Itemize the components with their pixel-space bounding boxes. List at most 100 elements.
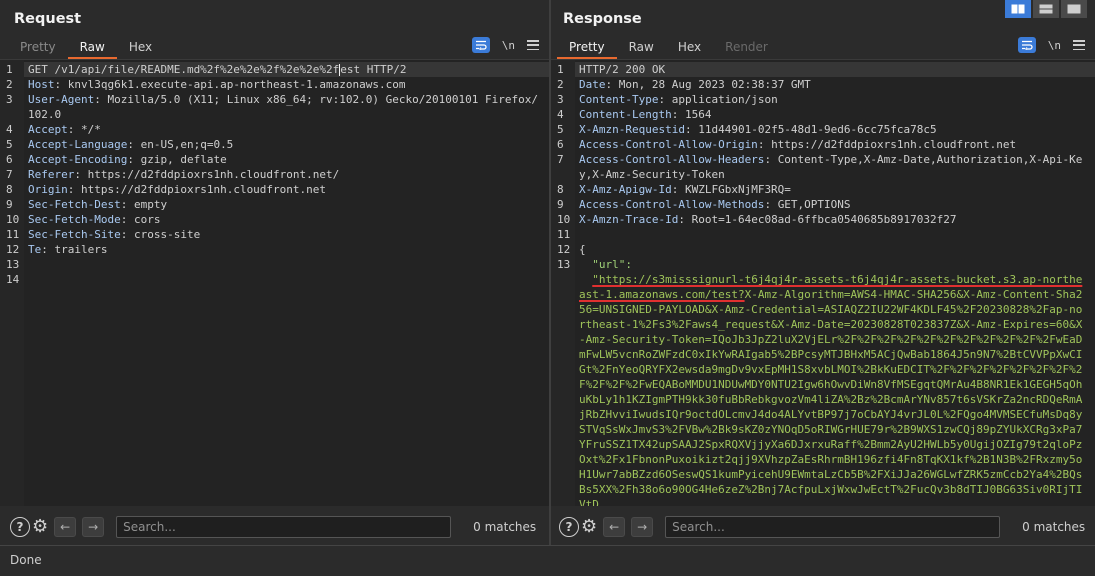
line-content[interactable]: Referer: https://d2fddpioxrs1nh.cloudfro… xyxy=(24,167,549,182)
line-content[interactable]: { xyxy=(575,242,1095,257)
line-number: 2 xyxy=(6,78,13,91)
response-tab-raw[interactable]: Raw xyxy=(617,38,666,58)
request-wrap-lines-button[interactable] xyxy=(471,37,490,53)
header-name: Date xyxy=(579,78,606,91)
line-number: 12 xyxy=(557,243,571,256)
line-content[interactable]: HTTP/2 200 OK xyxy=(575,62,1095,77)
response-tab-hex[interactable]: Hex xyxy=(666,38,713,58)
header-separator: : xyxy=(41,243,55,256)
line-content[interactable] xyxy=(24,272,549,287)
line-content[interactable]: Accept-Encoding: gzip, deflate xyxy=(24,152,549,167)
request-search-input[interactable] xyxy=(116,516,452,538)
line-content[interactable]: Host: knvl3qg6k1.execute-api.ap-northeas… xyxy=(24,77,549,92)
header-name: Content-Type xyxy=(579,93,659,106)
request-line: 2 Host: knvl3qg6k1.execute-api.ap-northea… xyxy=(0,77,549,92)
header-separator: : xyxy=(658,93,672,106)
line-content[interactable]: Access-Control-Allow-Methods: GET,OPTION… xyxy=(575,197,1095,212)
response-newline-toggle[interactable]: \n xyxy=(1048,39,1061,52)
layout-side-by-side-button[interactable] xyxy=(1005,0,1031,18)
line-content[interactable]: Content-Type: application/json xyxy=(575,92,1095,107)
gear-icon[interactable]: ⚙ xyxy=(581,517,597,537)
line-content[interactable]: X-Amzn-Requestid: 11d44901-02f5-48d1-9ed… xyxy=(575,122,1095,137)
header-name: X-Amz-Apigw-Id xyxy=(579,183,672,196)
line-text: { xyxy=(579,243,586,256)
header-separator: : xyxy=(74,168,88,181)
response-tab-render[interactable]: Render xyxy=(713,38,780,58)
request-editor[interactable]: 1 GET /v1/api/file/README.md%2f%2e%2e%2f%… xyxy=(0,59,549,506)
response-tab-pretty[interactable]: Pretty xyxy=(557,38,617,59)
header-name: Te xyxy=(28,243,42,256)
header-name: Accept-Encoding xyxy=(28,153,128,166)
request-tab-pretty[interactable]: Pretty xyxy=(8,38,68,58)
line-content[interactable] xyxy=(24,257,549,272)
layout-tabs-button[interactable] xyxy=(1061,0,1087,18)
line-content[interactable]: Accept: */* xyxy=(24,122,549,137)
line-content[interactable]: Sec-Fetch-Mode: cors xyxy=(24,212,549,227)
header-name: Access-Control-Allow-Headers xyxy=(579,153,765,166)
header-name: Sec-Fetch-Site xyxy=(28,228,121,241)
line-number: 4 xyxy=(6,123,13,136)
request-search-next-button[interactable]: → xyxy=(82,517,105,537)
line-content[interactable]: Access-Control-Allow-Headers: Content-Ty… xyxy=(575,152,1095,182)
header-name: Access-Control-Allow-Methods xyxy=(579,198,765,211)
gear-icon[interactable]: ⚙ xyxy=(32,517,48,537)
line-content[interactable]: Origin: https://d2fddpioxrs1nh.cloudfron… xyxy=(24,182,549,197)
help-icon[interactable]: ? xyxy=(10,517,30,537)
header-value: KWZLFGbxNjMF3RQ= xyxy=(684,183,791,196)
line-number: 8 xyxy=(557,183,564,196)
response-tabs: Pretty Raw Hex Render xyxy=(557,38,780,59)
response-search-prev-button[interactable]: ← xyxy=(603,517,626,537)
line-content[interactable]: Sec-Fetch-Dest: empty xyxy=(24,197,549,212)
request-lines: 1 GET /v1/api/file/README.md%2f%2e%2e%2f%… xyxy=(0,62,549,287)
line-number: 2 xyxy=(557,78,564,91)
line-number: 6 xyxy=(6,153,13,166)
request-newline-toggle[interactable]: \n xyxy=(502,39,515,52)
line-content[interactable]: Accept-Language: en-US,en;q=0.5 xyxy=(24,137,549,152)
request-line: 13 xyxy=(0,257,549,272)
line-content[interactable] xyxy=(575,227,1095,242)
header-value: https://d2fddpioxrs1nh.cloudfront.net xyxy=(81,183,327,196)
header-value: knvl3qg6k1.execute-api.ap-northeast-1.am… xyxy=(67,78,406,91)
json-body[interactable]: "url": "https://s3misssignurl-t6j4qj4r-a… xyxy=(575,257,1095,506)
line-content[interactable]: X-Amzn-Trace-Id: Root=1-64ec08ad-6ffbca0… xyxy=(575,212,1095,227)
request-line: 14 xyxy=(0,272,549,287)
request-tab-raw[interactable]: Raw xyxy=(67,38,118,59)
request-search-prev-button[interactable]: ← xyxy=(54,517,77,537)
request-tab-hex[interactable]: Hex xyxy=(117,38,164,58)
response-search-input[interactable] xyxy=(665,516,1001,538)
line-content[interactable]: Content-Length: 1564 xyxy=(575,107,1095,122)
line-content[interactable]: Te: trailers xyxy=(24,242,549,257)
columns-icon xyxy=(1011,4,1025,14)
response-search-next-button[interactable]: → xyxy=(631,517,654,537)
header-value: cross-site xyxy=(133,228,201,241)
line-number: 9 xyxy=(6,198,13,211)
request-line: 8 Origin: https://d2fddpioxrs1nh.cloudfro… xyxy=(0,182,549,197)
single-pane-icon xyxy=(1067,4,1081,14)
help-icon[interactable]: ? xyxy=(559,517,579,537)
line-content[interactable]: GET /v1/api/file/README.md%2f%2e%2e%2f%2… xyxy=(24,62,549,77)
header-name: X-Amzn-Trace-Id xyxy=(579,213,679,226)
response-tab-tools: \n xyxy=(1017,37,1085,53)
request-menu-icon[interactable] xyxy=(527,40,539,50)
line-content[interactable]: User-Agent: Mozilla/5.0 (X11; Linux x86_… xyxy=(24,92,549,122)
line-content[interactable]: Sec-Fetch-Site: cross-site xyxy=(24,227,549,242)
response-menu-icon[interactable] xyxy=(1073,40,1085,50)
response-editor[interactable]: 1 HTTP/2 200 OK 2 Date: Mon, 28 Aug 2023 02… xyxy=(551,59,1095,506)
layout-top-bottom-button[interactable] xyxy=(1033,0,1059,18)
line-number: 9 xyxy=(557,198,564,211)
request-line: 1 GET /v1/api/file/README.md%2f%2e%2e%2f%… xyxy=(0,62,549,77)
request-tab-tools: \n xyxy=(471,37,539,53)
request-line: 7 Referer: https://d2fddpioxrs1nh.cloudfr… xyxy=(0,167,549,182)
header-separator: : xyxy=(120,228,134,241)
line-number: 12 xyxy=(6,243,20,256)
line-number: 3 xyxy=(6,93,13,106)
request-tabs: Pretty Raw Hex xyxy=(8,38,164,59)
wrap-lines-icon xyxy=(475,40,487,50)
line-content[interactable]: Access-Control-Allow-Origin: https://d2f… xyxy=(575,137,1095,152)
header-value: empty xyxy=(133,198,168,211)
line-content[interactable]: X-Amz-Apigw-Id: KWZLFGbxNjMF3RQ= xyxy=(575,182,1095,197)
response-wrap-lines-button[interactable] xyxy=(1017,37,1036,53)
line-content[interactable]: Date: Mon, 28 Aug 2023 02:38:37 GMT xyxy=(575,77,1095,92)
line-number: 3 xyxy=(557,93,564,106)
header-separator: : xyxy=(127,153,141,166)
